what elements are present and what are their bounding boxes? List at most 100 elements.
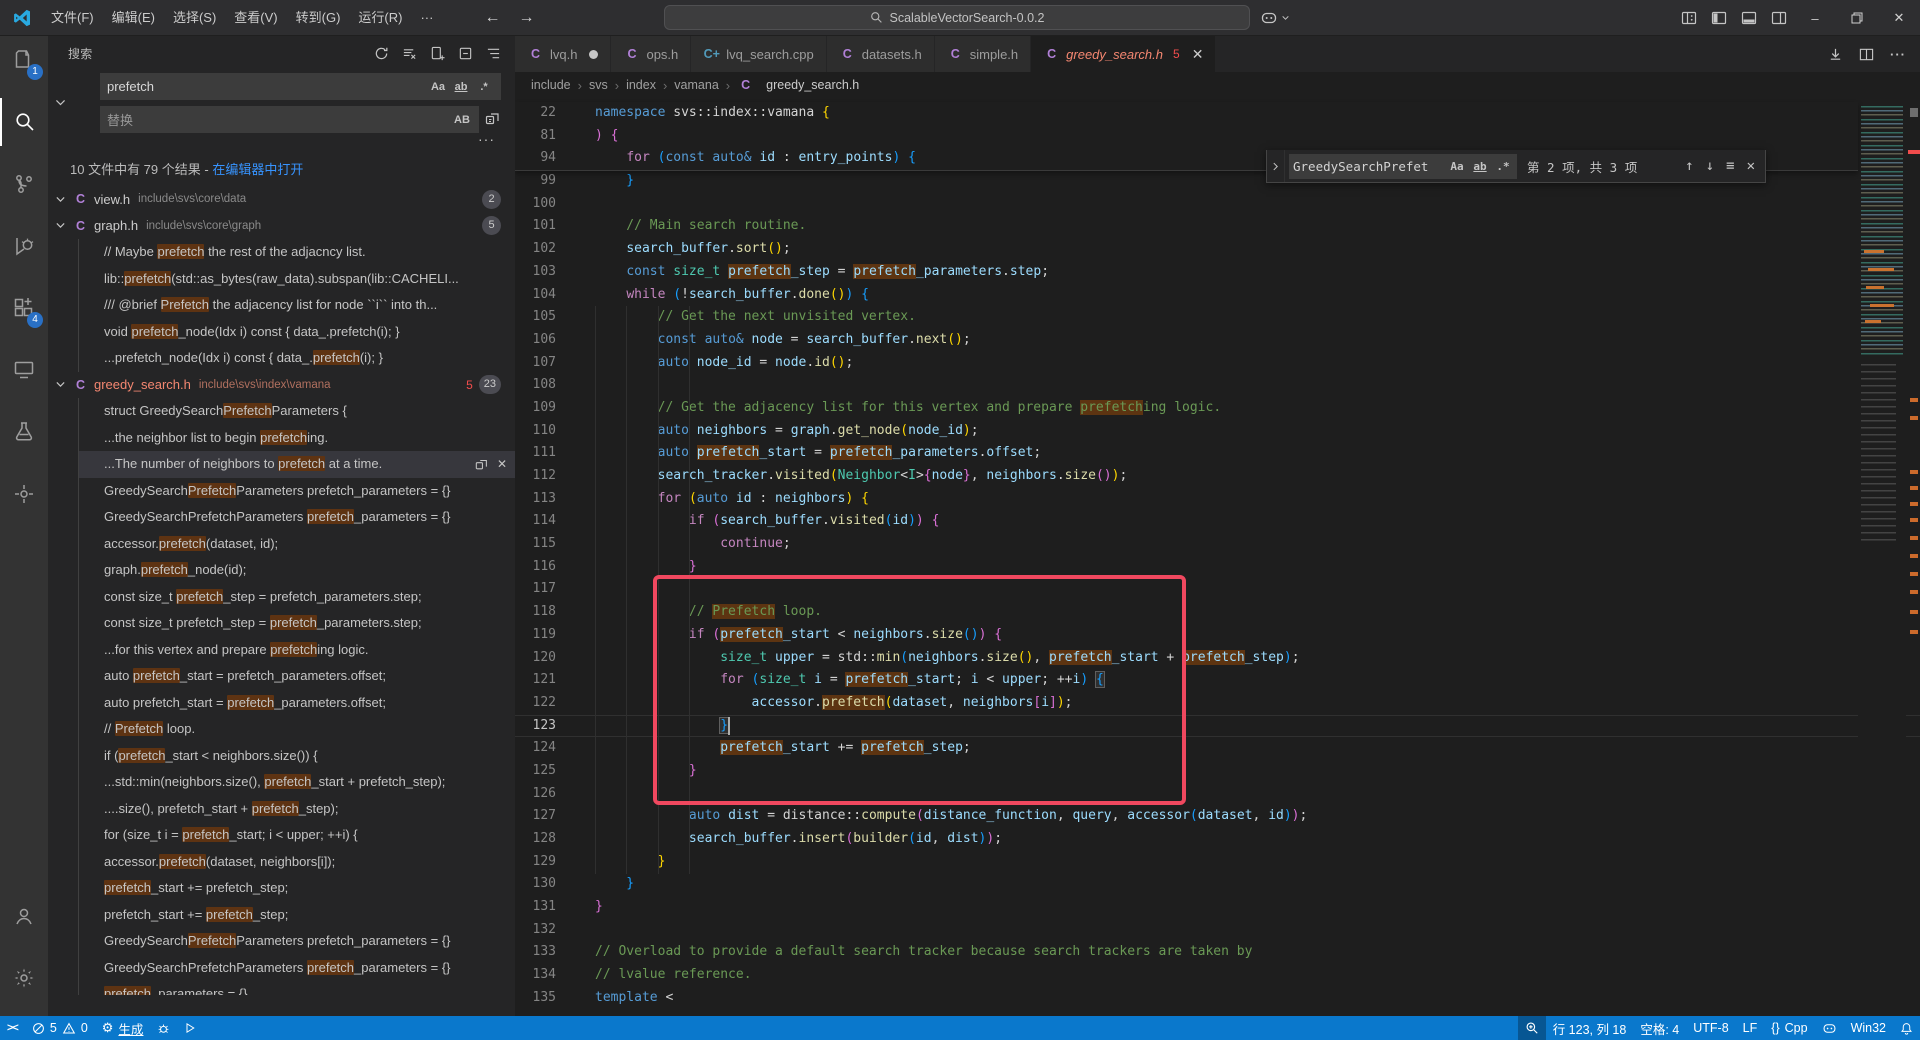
- download-icon[interactable]: [1828, 47, 1843, 62]
- result-match-row[interactable]: GreedySearchPrefetchParameters prefetch_…: [79, 928, 515, 955]
- activity-item-extensions[interactable]: 4: [0, 284, 48, 332]
- result-match-row[interactable]: struct GreedySearchPrefetchParameters {: [79, 398, 515, 425]
- result-match-row[interactable]: if (prefetch_start < neighbors.size()) {: [79, 743, 515, 770]
- find-in-selection-icon[interactable]: ≡: [1726, 158, 1734, 174]
- view-as-tree-icon[interactable]: [486, 46, 501, 61]
- open-in-editor-link[interactable]: 在编辑器中打开: [212, 162, 303, 177]
- activity-item-run-debug[interactable]: [0, 222, 48, 270]
- result-match-row[interactable]: GreedySearchPrefetchParameters prefetch_…: [79, 478, 515, 505]
- customize-layout-icon[interactable]: [1674, 10, 1704, 26]
- result-file-row[interactable]: Cgreedy_search.hinclude\svs\index\vamana…: [48, 372, 515, 399]
- code-line-114[interactable]: 114 if (search_buffer.visited(id)) {: [515, 510, 1920, 533]
- tab-lvq.h[interactable]: Clvq.h: [515, 36, 611, 72]
- find-input[interactable]: GreedySearchPrefet Aa ab .*: [1289, 154, 1517, 179]
- result-match-row[interactable]: prefetch_start += prefetch_step;: [79, 875, 515, 902]
- menu-item[interactable]: 编辑(E): [103, 10, 164, 25]
- activity-item-search[interactable]: [0, 98, 48, 146]
- platform-indicator[interactable]: Win32: [1844, 1016, 1893, 1040]
- code-line-100[interactable]: 100: [515, 193, 1920, 216]
- menu-item[interactable]: 文件(F): [42, 10, 103, 25]
- breadcrumb[interactable]: include›svs›index›vamana›Cgreedy_search.…: [515, 72, 1920, 98]
- result-match-row[interactable]: ...the neighbor list to begin prefetchin…: [79, 425, 515, 452]
- breadcrumb-file[interactable]: greedy_search.h: [766, 78, 859, 92]
- collapse-all-icon[interactable]: [458, 46, 473, 61]
- chevron-down-icon[interactable]: [54, 378, 72, 391]
- cursor-position[interactable]: 行 123, 列 18: [1546, 1016, 1634, 1040]
- find-next-icon[interactable]: ↓: [1706, 158, 1714, 174]
- menu-item[interactable]: 转到(G): [287, 10, 350, 25]
- breadcrumb-item[interactable]: svs: [589, 78, 608, 92]
- whole-word-icon[interactable]: ab: [451, 77, 471, 97]
- notifications-bell[interactable]: [1893, 1016, 1920, 1040]
- code-line-108[interactable]: 108: [515, 374, 1920, 397]
- code-line-131[interactable]: 131}: [515, 896, 1920, 919]
- code-line-127[interactable]: 127 auto dist = distance::compute(distan…: [515, 805, 1920, 828]
- code-line-107[interactable]: 107 auto node_id = node.id();: [515, 352, 1920, 375]
- tab-close-icon[interactable]: ✕: [1192, 46, 1204, 63]
- code-area[interactable]: 99 }100101 // Main search routine.102 se…: [515, 98, 1920, 1016]
- breadcrumb-item[interactable]: vamana: [674, 78, 718, 92]
- code-line-133[interactable]: 133// Overload to provide a default sear…: [515, 941, 1920, 964]
- tab-simple.h[interactable]: Csimple.h: [935, 36, 1031, 72]
- window-restore-button[interactable]: [1836, 0, 1878, 36]
- result-file-row[interactable]: Cview.hinclude\svs\core\data2: [48, 186, 515, 213]
- new-search-editor-icon[interactable]: [430, 46, 445, 61]
- result-match-row[interactable]: ...prefetch_node(Idx i) const { data_.pr…: [79, 345, 515, 372]
- code-line-106[interactable]: 106 const auto& node = search_buffer.nex…: [515, 329, 1920, 352]
- eol-indicator[interactable]: LF: [1736, 1016, 1765, 1040]
- code-line-113[interactable]: 113 for (auto id : neighbors) {: [515, 488, 1920, 511]
- code-line-22[interactable]: 22namespace svs::index::vamana {: [515, 102, 1858, 125]
- result-match-row[interactable]: // Prefetch loop.: [79, 716, 515, 743]
- code-line-109[interactable]: 109 // Get the adjacency list for this v…: [515, 397, 1920, 420]
- find-match-case-icon[interactable]: Aa: [1447, 156, 1467, 176]
- result-match-row[interactable]: lib::prefetch(std::as_bytes(raw_data).su…: [79, 266, 515, 293]
- regex-icon[interactable]: .*: [474, 77, 494, 97]
- result-match-row[interactable]: GreedySearchPrefetchParameters prefetch_…: [79, 504, 515, 531]
- menu-item[interactable]: 查看(V): [225, 10, 286, 25]
- result-match-row[interactable]: GreedySearchPrefetchParameters prefetch_…: [79, 955, 515, 982]
- code-line-111[interactable]: 111 auto prefetch_start = prefetch_param…: [515, 442, 1920, 465]
- code-line-130[interactable]: 130 }: [515, 873, 1920, 896]
- remote-indicator[interactable]: ><: [0, 1016, 25, 1040]
- code-line-110[interactable]: 110 auto neighbors = graph.get_node(node…: [515, 420, 1920, 443]
- result-match-row[interactable]: ....size(), prefetch_start + prefetch_st…: [79, 796, 515, 823]
- preserve-case-icon[interactable]: AB: [452, 110, 472, 130]
- activity-item-explorer[interactable]: 1: [0, 36, 48, 84]
- search-input[interactable]: prefetch Aa ab .*: [100, 73, 501, 100]
- tab-datasets.h[interactable]: Cdatasets.h: [827, 36, 935, 72]
- split-editor-icon[interactable]: [1859, 47, 1874, 62]
- code-line-134[interactable]: 134// lvalue reference.: [515, 964, 1920, 987]
- code-line-132[interactable]: 132: [515, 919, 1920, 942]
- activity-item-settings[interactable]: [0, 954, 48, 1002]
- copilot-menu[interactable]: [1260, 9, 1290, 27]
- copilot-status[interactable]: [1815, 1016, 1844, 1040]
- result-match-row[interactable]: prefetch_parameters = {}: [79, 981, 515, 995]
- code-line-128[interactable]: 128 search_buffer.insert(builder(id, dis…: [515, 828, 1920, 851]
- breadcrumb-item[interactable]: include: [531, 78, 571, 92]
- code-line-129[interactable]: 129 }: [515, 851, 1920, 874]
- code-line-103[interactable]: 103 const size_t prefetch_step = prefetc…: [515, 261, 1920, 284]
- find-whole-word-icon[interactable]: ab: [1470, 156, 1490, 176]
- code-line-102[interactable]: 102 search_buffer.sort();: [515, 238, 1920, 261]
- result-match-row[interactable]: /// @brief Prefetch the adjacency list f…: [79, 292, 515, 319]
- window-close-button[interactable]: ✕: [1878, 0, 1920, 36]
- result-match-row[interactable]: graph.prefetch_node(id);: [79, 557, 515, 584]
- zoom-indicator[interactable]: [1518, 1016, 1546, 1040]
- code-line-105[interactable]: 105 // Get the next unvisited vertex.: [515, 306, 1920, 329]
- indentation[interactable]: 空格: 4: [1633, 1016, 1686, 1040]
- code-line-81[interactable]: 81) {: [515, 125, 1858, 148]
- result-match-row[interactable]: auto prefetch_start = prefetch_parameter…: [79, 663, 515, 690]
- clear-results-icon[interactable]: [402, 46, 417, 61]
- find-previous-icon[interactable]: ↑: [1685, 158, 1693, 174]
- result-match-row[interactable]: void prefetch_node(Idx i) const { data_.…: [79, 319, 515, 346]
- language-mode[interactable]: {}Cpp: [1764, 1016, 1814, 1040]
- tab-lvq_search.cpp[interactable]: C+lvq_search.cpp: [691, 36, 826, 72]
- toggle-secondary-sidebar-icon[interactable]: [1764, 10, 1794, 26]
- problems-indicator[interactable]: 5 0: [25, 1016, 95, 1040]
- activity-item-remote-explorer[interactable]: [0, 346, 48, 394]
- refresh-icon[interactable]: [374, 46, 389, 61]
- activity-item-custom-tool[interactable]: [0, 470, 48, 518]
- result-match-row[interactable]: ...The number of neighbors to prefetch a…: [79, 451, 515, 478]
- toggle-sidebar-icon[interactable]: [1704, 10, 1734, 26]
- result-match-row[interactable]: ...std::min(neighbors.size(), prefetch_s…: [79, 769, 515, 796]
